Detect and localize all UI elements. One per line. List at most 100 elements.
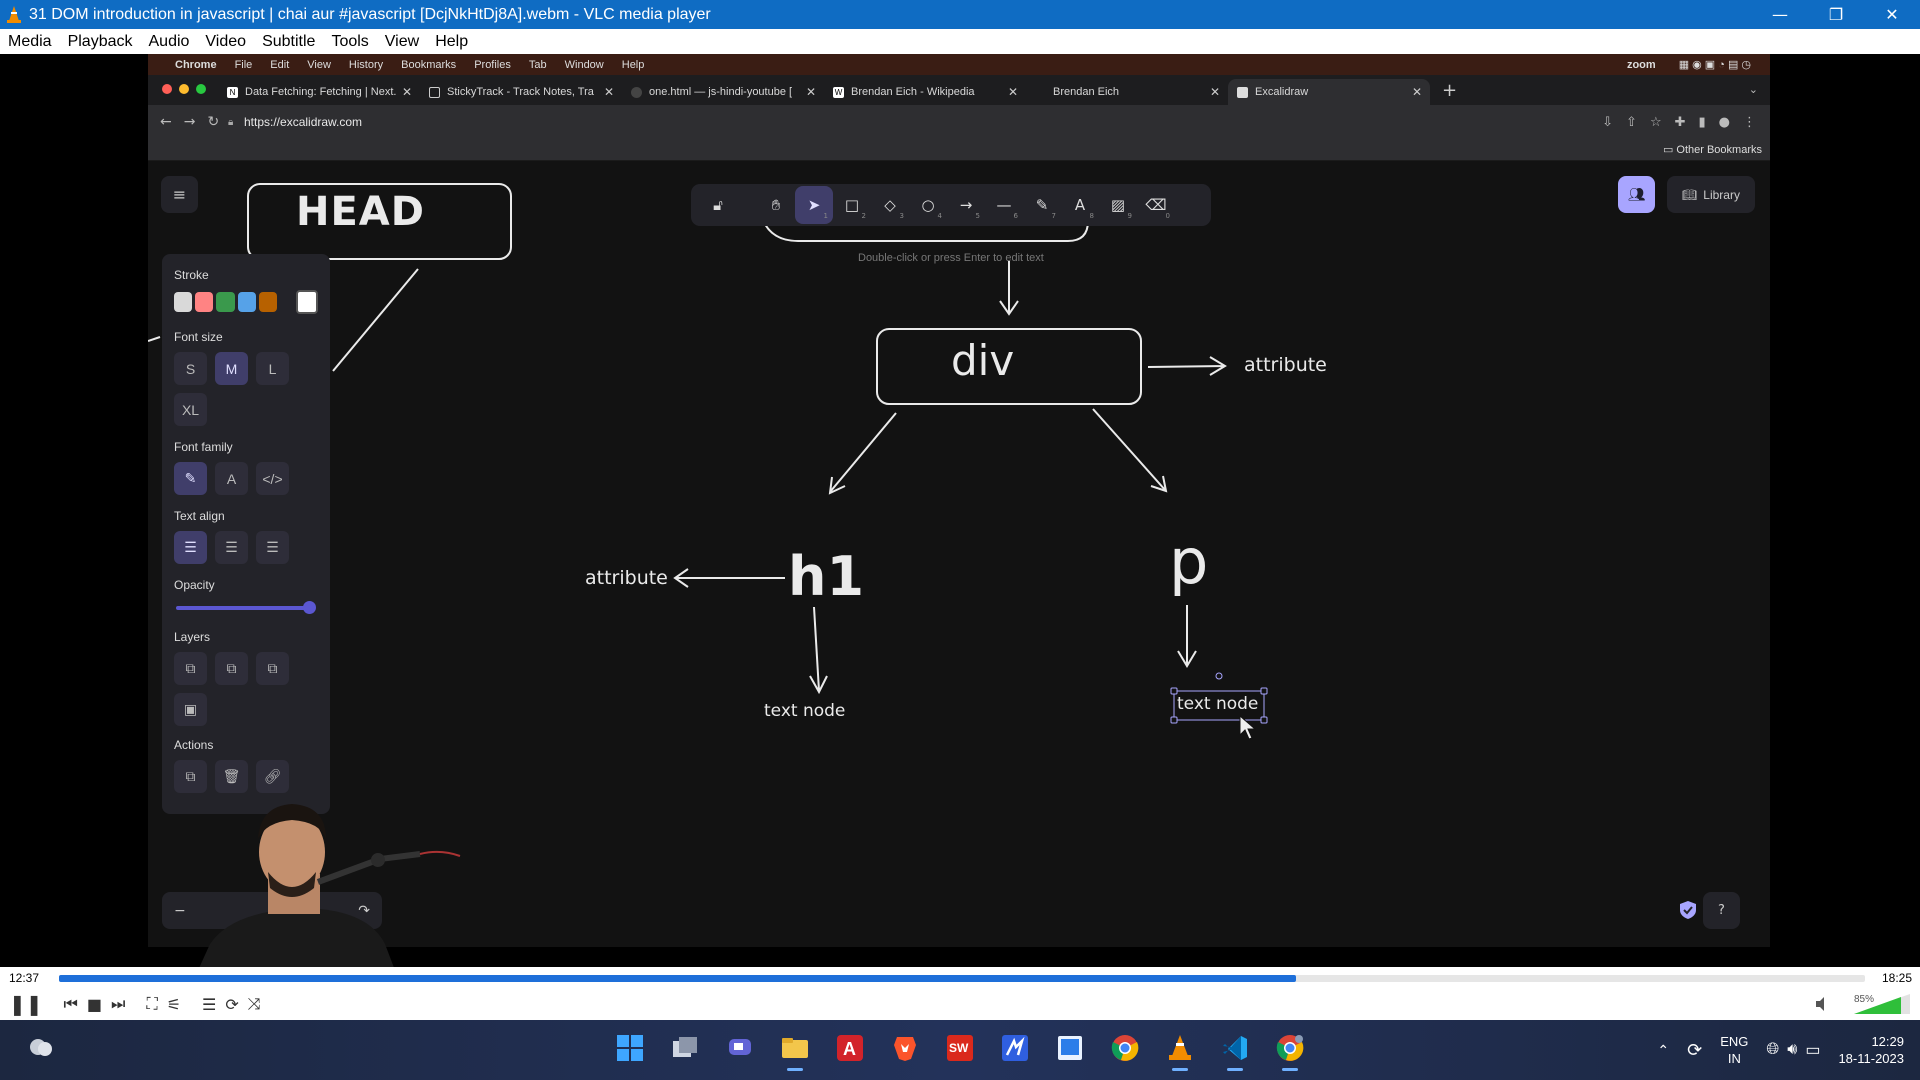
- swatch-red[interactable]: [195, 292, 214, 312]
- tab-stickytrack[interactable]: StickyTrack - Track Notes, Tra ✕: [420, 79, 622, 105]
- seek-bar[interactable]: [59, 975, 1865, 982]
- sync-icon[interactable]: ⟳: [1687, 1040, 1702, 1061]
- hand-tool-icon[interactable]: ✋︎: [757, 186, 795, 224]
- chrome-profile-icon[interactable]: [1272, 1030, 1308, 1071]
- menu-help[interactable]: Help: [427, 33, 476, 51]
- tab-close-icon[interactable]: ✕: [1412, 85, 1422, 99]
- network-icon[interactable]: 🌐︎: [1766, 1041, 1779, 1059]
- zoom-dot-icon[interactable]: [196, 84, 206, 94]
- back-icon[interactable]: ←: [160, 114, 172, 130]
- reload-icon[interactable]: ↻: [207, 114, 219, 130]
- code-font-icon[interactable]: </>: [256, 462, 289, 495]
- swatch-orange[interactable]: [258, 292, 278, 312]
- align-right-icon[interactable]: ☰: [256, 531, 289, 564]
- bring-to-front-icon[interactable]: ▣: [174, 693, 207, 726]
- vscode-icon[interactable]: [1217, 1030, 1253, 1071]
- font-size-m[interactable]: M: [215, 352, 248, 385]
- arrow-div-h1[interactable]: [828, 412, 897, 495]
- tab-close-icon[interactable]: ✕: [604, 85, 614, 99]
- pencil-tool-icon[interactable]: ✎ 7: [1023, 186, 1061, 224]
- menu-audio[interactable]: Audio: [141, 33, 198, 51]
- trash-icon[interactable]: 🗑︎: [215, 760, 248, 793]
- extensions-icon[interactable]: ✚: [1675, 115, 1686, 130]
- swatch-blue[interactable]: [237, 292, 256, 312]
- arrow-h1-textnode[interactable]: [809, 606, 828, 695]
- loop-icon[interactable]: ⟳: [225, 995, 238, 1014]
- next-icon[interactable]: ⏭︎: [111, 994, 125, 1014]
- menu-playback[interactable]: Playback: [60, 33, 141, 51]
- volume-icon[interactable]: 🔊︎: [1787, 1041, 1797, 1059]
- forward-icon[interactable]: →: [184, 114, 196, 130]
- close-button[interactable]: ✕: [1864, 0, 1920, 29]
- adobe-acrobat-icon[interactable]: A: [832, 1030, 868, 1066]
- share-icon[interactable]: ⇧: [1626, 115, 1637, 130]
- tab-close-icon[interactable]: ✕: [806, 85, 816, 99]
- attribute-left-label[interactable]: attribute: [585, 567, 668, 589]
- url-field[interactable]: https://excalidraw.com: [244, 115, 362, 129]
- main-menu-icon[interactable]: ≡: [161, 176, 198, 213]
- new-tab-icon[interactable]: +: [1442, 80, 1457, 101]
- selection-tool-icon[interactable]: ➤ 1: [795, 186, 833, 224]
- diamond-tool-icon[interactable]: ◇ 3: [871, 186, 909, 224]
- start-icon[interactable]: [612, 1030, 648, 1066]
- align-left-icon[interactable]: ☰: [174, 531, 207, 564]
- font-size-xl[interactable]: XL: [174, 393, 207, 426]
- tab-close-icon[interactable]: ✕: [1008, 85, 1018, 99]
- shield-icon[interactable]: [1678, 900, 1698, 920]
- battery-icon[interactable]: ▭: [1805, 1040, 1820, 1060]
- menu-view[interactable]: View: [377, 33, 427, 51]
- tab-close-icon[interactable]: ✕: [402, 85, 412, 99]
- star-icon[interactable]: ☆: [1650, 115, 1662, 130]
- arrow-top-div[interactable]: [999, 261, 1019, 316]
- teams-chat-icon[interactable]: [722, 1030, 758, 1066]
- lock-tool-icon[interactable]: 🔓︎: [699, 186, 737, 224]
- app-blue-icon[interactable]: [997, 1030, 1033, 1066]
- text-node-left-label[interactable]: text node: [764, 701, 845, 721]
- file-explorer-icon[interactable]: [777, 1030, 813, 1071]
- normal-font-icon[interactable]: A: [215, 462, 248, 495]
- send-backward-icon[interactable]: ⧉: [215, 652, 248, 685]
- pause-icon[interactable]: ❚❚: [9, 992, 43, 1016]
- font-size-s[interactable]: S: [174, 352, 207, 385]
- video-area[interactable]: Chrome File Edit View History Bookmarks …: [0, 54, 1920, 967]
- task-view-icon[interactable]: [667, 1030, 703, 1066]
- app-window-icon[interactable]: [1052, 1030, 1088, 1066]
- chrome-menu-icon[interactable]: ⋮: [1743, 115, 1756, 130]
- profile-avatar[interactable]: ●: [1719, 115, 1730, 130]
- tray-overflow-icon[interactable]: ⌃: [1657, 1042, 1669, 1059]
- fullscreen-icon[interactable]: ⛶: [146, 994, 157, 1014]
- stop-icon[interactable]: ■: [87, 995, 102, 1014]
- tab-brendan-eich[interactable]: Brendan Eich ✕: [1026, 79, 1228, 105]
- library-button[interactable]: 📖︎ Library: [1667, 176, 1755, 213]
- playlist-icon[interactable]: ☰: [202, 995, 216, 1014]
- arrow-tool-icon[interactable]: → 5: [947, 186, 985, 224]
- swatch-green[interactable]: [216, 292, 235, 312]
- duplicate-icon[interactable]: ⧉: [174, 760, 207, 793]
- volume-control[interactable]: 85%: [1814, 992, 1914, 1016]
- restore-button[interactable]: ❐: [1808, 0, 1864, 29]
- language-indicator[interactable]: ENG IN: [1720, 1033, 1748, 1067]
- help-icon[interactable]: ?: [1703, 892, 1740, 929]
- sidepanel-icon[interactable]: ▮: [1699, 115, 1706, 130]
- chrome-icon[interactable]: [1107, 1030, 1143, 1066]
- ellipse-tool-icon[interactable]: ○ 4: [909, 186, 947, 224]
- previous-icon[interactable]: ⏮︎: [64, 994, 78, 1014]
- line-tool-icon[interactable]: —6: [985, 186, 1023, 224]
- arrow-div-attribute[interactable]: [1147, 356, 1227, 376]
- head-label[interactable]: HEAD: [296, 189, 425, 235]
- arrow-div-p[interactable]: [1092, 408, 1168, 493]
- collaborate-icon[interactable]: 👥︎: [1618, 176, 1655, 213]
- tab-data-fetching[interactable]: N Data Fetching: Fetching | Next. ✕: [218, 79, 420, 105]
- link-icon[interactable]: 🔗︎: [256, 760, 289, 793]
- tab-one-html[interactable]: one.html — js-hindi-youtube [✕: [622, 79, 824, 105]
- text-node-right-label[interactable]: text node: [1177, 694, 1258, 714]
- rectangle-tool-icon[interactable]: □ 2: [833, 186, 871, 224]
- close-dot-icon[interactable]: [162, 84, 172, 94]
- bring-forward-icon[interactable]: ⧉: [256, 652, 289, 685]
- eraser-tool-icon[interactable]: ⌫ 0: [1137, 186, 1175, 224]
- vlc-icon[interactable]: [1162, 1030, 1198, 1071]
- swatch-gray[interactable]: [174, 292, 193, 312]
- tab-search-chevron-icon[interactable]: ⌄: [1749, 83, 1758, 96]
- minimize-button[interactable]: —: [1752, 0, 1808, 29]
- h1-label[interactable]: h1: [788, 545, 864, 608]
